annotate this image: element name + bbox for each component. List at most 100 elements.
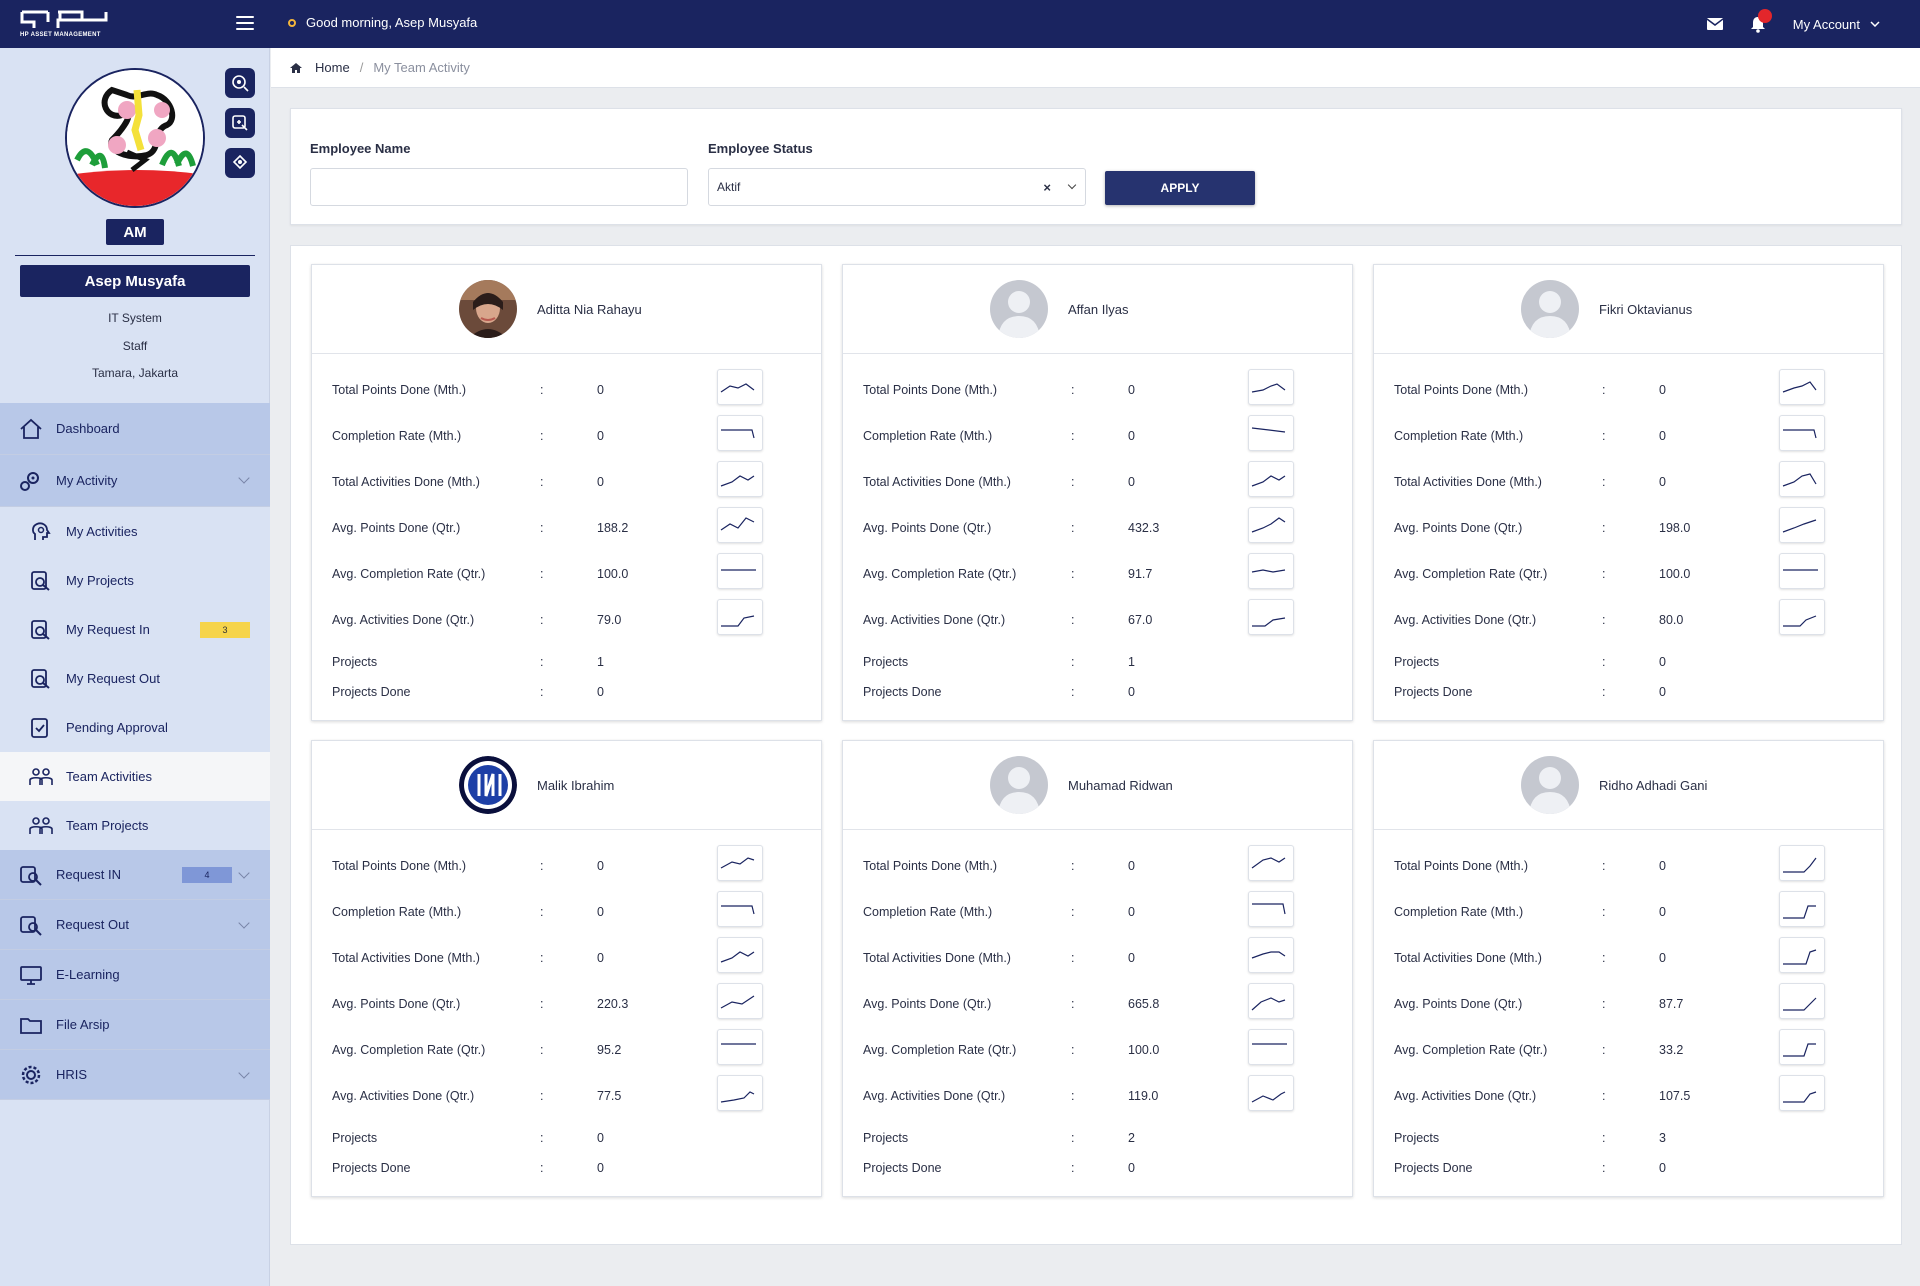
- employee-avatar[interactable]: [990, 756, 1048, 814]
- stat-value: 220.3: [597, 997, 629, 1011]
- stat-label: Avg. Activities Done (Qtr.): [332, 1089, 475, 1103]
- stat-label: Total Activities Done (Mth.): [863, 951, 1011, 965]
- stat-label: Avg. Points Done (Qtr.): [332, 997, 461, 1011]
- sparkline-button[interactable]: [1248, 553, 1294, 589]
- stat-row-projects: Projects: 2: [863, 1131, 1333, 1151]
- stat-value: 0: [1659, 905, 1666, 919]
- apply-button[interactable]: APPLY: [1105, 171, 1255, 205]
- sparkline-button[interactable]: [717, 415, 763, 451]
- stat-label: Total Points Done (Mth.): [1394, 383, 1529, 397]
- sparkline-button[interactable]: [1248, 1029, 1294, 1065]
- sparkline-button[interactable]: [717, 369, 763, 405]
- stat-row-tpm: Total Points Done (Mth.): 0: [332, 369, 802, 405]
- employee-avatar[interactable]: [1521, 280, 1579, 338]
- sparkline-button[interactable]: [1779, 415, 1825, 451]
- profile-settings-icon[interactable]: [225, 68, 255, 98]
- sparkline-button[interactable]: [717, 1075, 763, 1111]
- employee-avatar[interactable]: [459, 280, 517, 338]
- sparkline-button[interactable]: [717, 599, 763, 635]
- sparkline-button[interactable]: [717, 937, 763, 973]
- stat-row-tad: Total Activities Done (Mth.): 0: [332, 937, 802, 973]
- employee-name[interactable]: Affan Ilyas: [1068, 302, 1128, 317]
- sparkline-button[interactable]: [1248, 937, 1294, 973]
- sidebar-item-my-activities[interactable]: My Activities: [0, 507, 270, 556]
- sparkline-button[interactable]: [1779, 599, 1825, 635]
- sidebar-item-team-activities[interactable]: Team Activities: [0, 752, 270, 801]
- employee-avatar[interactable]: [1521, 756, 1579, 814]
- notification-bell-icon[interactable]: [1749, 9, 1772, 33]
- employee-name[interactable]: Malik Ibrahim: [537, 778, 614, 793]
- sidebar-item-my-activity[interactable]: My Activity: [0, 455, 270, 507]
- sparkline-button[interactable]: [717, 983, 763, 1019]
- stat-row-cr: Completion Rate (Mth.): 0: [332, 415, 802, 451]
- sparkline-button[interactable]: [717, 553, 763, 589]
- sidebar-item-elearning[interactable]: E-Learning: [0, 950, 270, 1000]
- stat-label: Completion Rate (Mth.): [863, 905, 993, 919]
- employee-name[interactable]: Fikri Oktavianus: [1599, 302, 1692, 317]
- sparkline-button[interactable]: [1248, 507, 1294, 543]
- app-logo[interactable]: HP ASSET MANAGEMENT: [0, 0, 130, 48]
- clear-icon[interactable]: ×: [1043, 180, 1051, 195]
- sidebar-item-my-request-in[interactable]: My Request In 3: [0, 605, 270, 654]
- sparkline-button[interactable]: [1248, 461, 1294, 497]
- home-icon[interactable]: [289, 62, 303, 74]
- sparkline-button[interactable]: [1248, 369, 1294, 405]
- employee-card: Aditta Nia Rahayu Total Points Done (Mth.…: [311, 264, 822, 721]
- sparkline-button[interactable]: [717, 845, 763, 881]
- profile-edit-icon[interactable]: [225, 108, 255, 138]
- sparkline-button[interactable]: [1779, 1075, 1825, 1111]
- sparkline-button[interactable]: [1779, 461, 1825, 497]
- sidebar-item-request-in[interactable]: Request IN 4: [0, 850, 270, 900]
- employee-name[interactable]: Aditta Nia Rahayu: [537, 302, 642, 317]
- sparkline-button[interactable]: [1248, 845, 1294, 881]
- profile-avatar[interactable]: [65, 68, 205, 208]
- stat-value: 0: [597, 859, 604, 873]
- sparkline-button[interactable]: [717, 507, 763, 543]
- sidebar-item-team-projects[interactable]: Team Projects: [0, 801, 270, 850]
- mail-icon[interactable]: [1706, 18, 1723, 30]
- sparkline-button[interactable]: [1248, 415, 1294, 451]
- employee-name[interactable]: Muhamad Ridwan: [1068, 778, 1173, 793]
- sparkline-button[interactable]: [1779, 369, 1825, 405]
- employee-avatar[interactable]: [990, 280, 1048, 338]
- sidebar-item-request-out[interactable]: Request Out: [0, 900, 270, 950]
- profile-security-icon[interactable]: [225, 148, 255, 178]
- sidebar-item-hris[interactable]: HRIS: [0, 1050, 270, 1100]
- stat-value: 0: [597, 685, 604, 699]
- sparkline-button[interactable]: [1779, 983, 1825, 1019]
- breadcrumb-home[interactable]: Home: [315, 60, 350, 75]
- menu-toggle-icon[interactable]: [236, 16, 254, 30]
- stat-row-projects-done: Projects Done: 0: [863, 685, 1333, 705]
- stat-colon: :: [1071, 475, 1075, 489]
- sidebar-item-label: Team Activities: [66, 769, 152, 784]
- sidebar-item-my-projects[interactable]: My Projects: [0, 556, 270, 605]
- sparkline-button[interactable]: [1248, 891, 1294, 927]
- sparkline-button[interactable]: [717, 891, 763, 927]
- stat-colon: :: [1071, 997, 1075, 1011]
- sparkline-button[interactable]: [1779, 845, 1825, 881]
- sparkline-button[interactable]: [1779, 1029, 1825, 1065]
- sidebar-item-file-arsip[interactable]: File Arsip: [0, 1000, 270, 1050]
- sparkline-button[interactable]: [1779, 553, 1825, 589]
- sparkline-button[interactable]: [1248, 983, 1294, 1019]
- employee-status-select[interactable]: Aktif ×: [708, 168, 1086, 206]
- sparkline-button[interactable]: [1779, 891, 1825, 927]
- chevron-down-icon[interactable]: [1067, 180, 1077, 190]
- sparkline-button[interactable]: [717, 1029, 763, 1065]
- sparkline-button[interactable]: [1248, 1075, 1294, 1111]
- sparkline-button[interactable]: [1779, 937, 1825, 973]
- sidebar-item-my-request-out[interactable]: My Request Out: [0, 654, 270, 703]
- account-menu[interactable]: My Account: [1793, 17, 1880, 32]
- stat-colon: :: [540, 685, 544, 699]
- stat-row-apd: Avg. Points Done (Qtr.): 198.0: [1394, 507, 1864, 543]
- sparkline-button[interactable]: [717, 461, 763, 497]
- stat-value: 0: [1128, 475, 1135, 489]
- employee-name[interactable]: Ridho Adhadi Gani: [1599, 778, 1707, 793]
- sparkline-button[interactable]: [1779, 507, 1825, 543]
- stat-colon: :: [1602, 951, 1606, 965]
- sidebar-item-pending-approval[interactable]: Pending Approval: [0, 703, 270, 752]
- employee-avatar[interactable]: [459, 756, 517, 814]
- employee-name-input[interactable]: [310, 168, 688, 206]
- sparkline-button[interactable]: [1248, 599, 1294, 635]
- sidebar-item-dashboard[interactable]: Dashboard: [0, 403, 270, 455]
